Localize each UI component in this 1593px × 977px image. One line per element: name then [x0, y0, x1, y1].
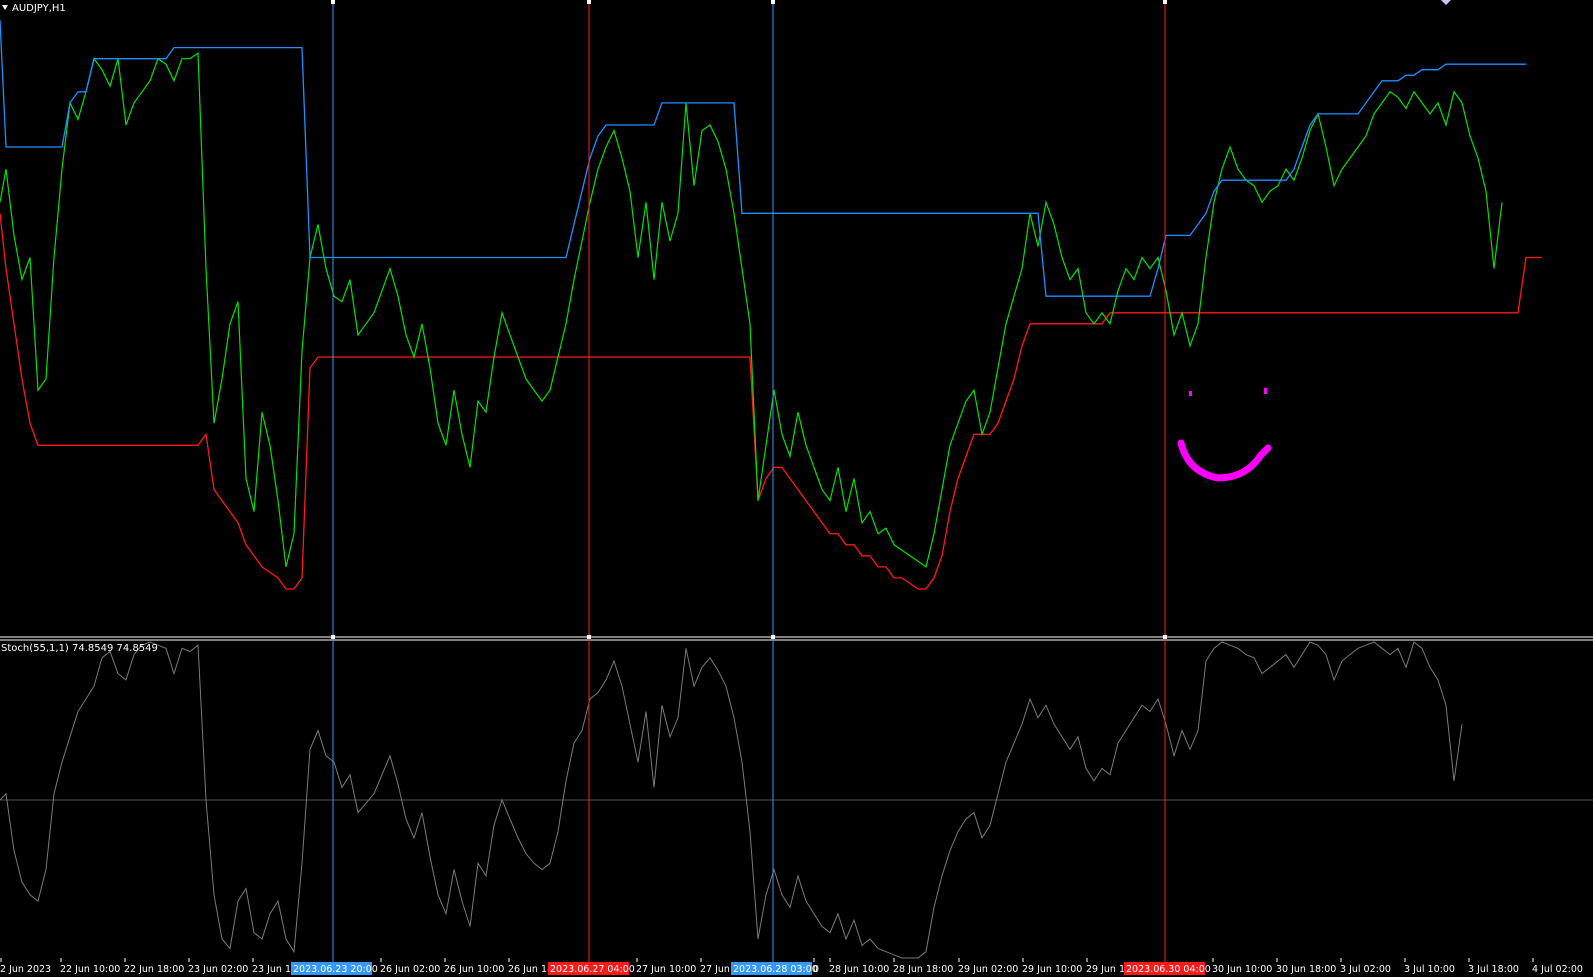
time-tick-label: 29 Jun 10:00 — [1022, 964, 1082, 975]
time-highlight-label: 2023.06.30 04:00 — [1126, 964, 1211, 975]
chart-canvas[interactable]: 2 Jun 2023 22 Jun 10:00 22 Jun 18:00 23 Jun… — [0, 0, 1593, 977]
time-tick-label: 27 Jun 10:00 — [636, 964, 696, 975]
time-tick-label: 2 Jun 2023 — [0, 964, 51, 975]
time-tick-label: 26 Jun 18 — [508, 964, 553, 975]
marker-handle-bottom[interactable] — [771, 635, 775, 639]
time-tick-label: 28 Jun 18:00 — [893, 964, 953, 975]
marker-handle-top[interactable] — [771, 0, 775, 4]
marker-handle-bottom[interactable] — [587, 635, 591, 639]
time-tick-label: 30 Jun 10:00 — [1212, 964, 1272, 975]
marker-handle-top[interactable] — [587, 0, 591, 4]
time-tick-label: 4 Jul 02:00 — [1532, 964, 1583, 975]
time-highlight-label: 2023.06.23 20:00 — [293, 964, 378, 975]
drawing-eye-left — [1189, 391, 1192, 396]
time-tick-label: 26 Jun 02:00 — [380, 964, 440, 975]
time-tick-label: 3 Jul 18:00 — [1468, 964, 1519, 975]
time-tick-label: 3 Jul 10:00 — [1404, 964, 1455, 975]
marker-handle-top[interactable] — [1163, 0, 1167, 4]
time-tick-label: 30 Jun 18:00 — [1276, 964, 1336, 975]
time-highlight-label: 2023.06.27 04:00 — [550, 964, 635, 975]
time-tick-label: 26 Jun 10:00 — [444, 964, 504, 975]
drawing-eye-right — [1264, 388, 1267, 394]
time-tick-label: 3 Jul 02:00 — [1340, 964, 1391, 975]
time-tick-label: 22 Jun 18:00 — [124, 964, 184, 975]
chart-symbol-label: AUDJPY,H1 — [12, 3, 66, 14]
marker-handle-bottom[interactable] — [331, 635, 335, 639]
time-tick-label: 29 Jun 02:00 — [958, 964, 1018, 975]
indicator-label: Stoch(55,1,1) 74.8549 74.8549 — [1, 643, 158, 654]
marker-handle-bottom[interactable] — [1163, 635, 1167, 639]
time-tick-label: 28 Jun 10:00 — [829, 964, 889, 975]
time-tick-label: 22 Jun 10:00 — [60, 964, 120, 975]
time-highlight-label: 2023.06.28 03:00 — [733, 964, 818, 975]
marker-handle-top[interactable] — [331, 0, 335, 4]
time-tick-label: 23 Jun 10 — [252, 964, 297, 975]
time-tick-label: 23 Jun 02:00 — [188, 964, 248, 975]
